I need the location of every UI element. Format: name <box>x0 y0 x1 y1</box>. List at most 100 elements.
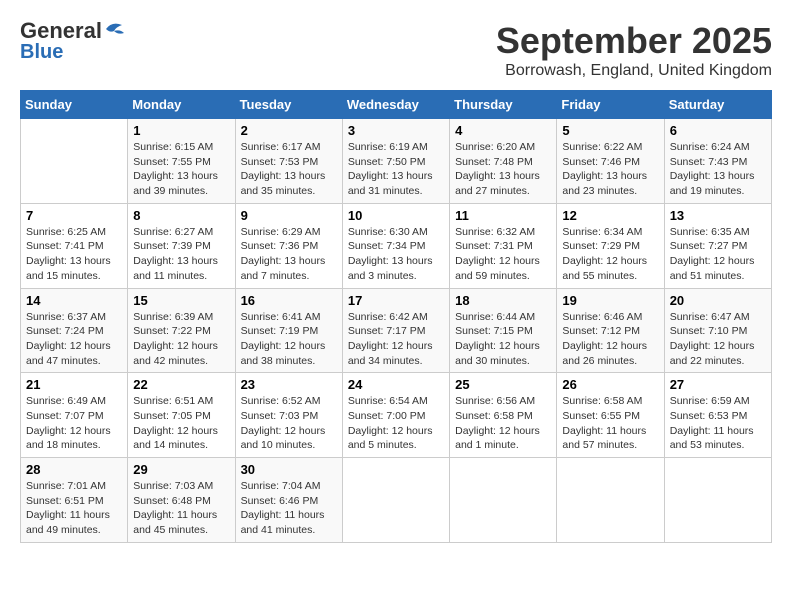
calendar-cell: 3Sunrise: 6:19 AMSunset: 7:50 PMDaylight… <box>342 119 449 204</box>
calendar-cell: 21 Sunrise: 6:49 AMSunset: 7:07 PMDayligh… <box>21 373 128 458</box>
day-number: 22 <box>133 377 229 392</box>
calendar-week-4: 28Sunrise: 7:01 AMSunset: 6:51 PMDayligh… <box>21 458 772 543</box>
day-info: Sunrise: 6:22 AMSunset: 7:46 PMDaylight:… <box>562 140 658 199</box>
header-tuesday: Tuesday <box>235 91 342 119</box>
day-info: Sunrise: 6:46 AMSunset: 7:12 PMDaylight:… <box>562 310 658 369</box>
day-number: 5 <box>562 123 658 138</box>
calendar-cell: 15 Sunrise: 6:39 AMSunset: 7:22 PMDayligh… <box>128 288 235 373</box>
calendar-week-1: 7Sunrise: 6:25 AMSunset: 7:41 PMDaylight… <box>21 203 772 288</box>
day-number: 26 <box>562 377 658 392</box>
day-info: Sunrise: 6:29 AMSunset: 7:36 PMDaylight:… <box>241 225 337 284</box>
calendar-cell: 24 Sunrise: 6:54 AMSunset: 7:00 PMDayligh… <box>342 373 449 458</box>
day-number: 23 <box>241 377 337 392</box>
day-info: Sunrise: 6:34 AMSunset: 7:29 PMDaylight:… <box>562 225 658 284</box>
day-number: 4 <box>455 123 551 138</box>
calendar-cell: 8Sunrise: 6:27 AMSunset: 7:39 PMDaylight… <box>128 203 235 288</box>
day-info: Sunrise: 6:15 AMSunset: 7:55 PMDaylight:… <box>133 140 229 199</box>
day-number: 15 <box>133 293 229 308</box>
calendar-cell: 9 Sunrise: 6:29 AMSunset: 7:36 PMDaylight… <box>235 203 342 288</box>
header-monday: Monday <box>128 91 235 119</box>
logo-bird-icon <box>104 21 126 37</box>
day-info: Sunrise: 6:44 AMSunset: 7:15 PMDaylight:… <box>455 310 551 369</box>
calendar-cell <box>664 458 771 543</box>
calendar-cell: 1 Sunrise: 6:15 AMSunset: 7:55 PMDaylight… <box>128 119 235 204</box>
calendar-cell: 30 Sunrise: 7:04 AMSunset: 6:46 PMDayligh… <box>235 458 342 543</box>
header-thursday: Thursday <box>450 91 557 119</box>
day-number: 24 <box>348 377 444 392</box>
title-block: September 2025 Borrowash, England, Unite… <box>496 20 772 80</box>
calendar-cell: 14 Sunrise: 6:37 AMSunset: 7:24 PMDayligh… <box>21 288 128 373</box>
calendar-cell: 12 Sunrise: 6:34 AMSunset: 7:29 PMDayligh… <box>557 203 664 288</box>
logo-blue: Blue <box>20 42 63 62</box>
day-number: 27 <box>670 377 766 392</box>
day-info: Sunrise: 6:37 AMSunset: 7:24 PMDaylight:… <box>26 310 122 369</box>
day-number: 9 <box>241 208 337 223</box>
calendar-cell <box>21 119 128 204</box>
day-info: Sunrise: 6:47 AMSunset: 7:10 PMDaylight:… <box>670 310 766 369</box>
day-number: 30 <box>241 462 337 477</box>
logo: General Blue <box>20 20 126 62</box>
day-number: 1 <box>133 123 229 138</box>
calendar-header-row: SundayMondayTuesdayWednesdayThursdayFrid… <box>21 91 772 119</box>
header-wednesday: Wednesday <box>342 91 449 119</box>
calendar-cell: 19 Sunrise: 6:46 AMSunset: 7:12 PMDayligh… <box>557 288 664 373</box>
day-info: Sunrise: 6:32 AMSunset: 7:31 PMDaylight:… <box>455 225 551 284</box>
calendar-cell: 11 Sunrise: 6:32 AMSunset: 7:31 PMDayligh… <box>450 203 557 288</box>
calendar-cell <box>342 458 449 543</box>
day-info: Sunrise: 6:51 AMSunset: 7:05 PMDaylight:… <box>133 394 229 453</box>
calendar-cell: 23 Sunrise: 6:52 AMSunset: 7:03 PMDayligh… <box>235 373 342 458</box>
month-title: September 2025 <box>496 20 772 62</box>
day-info: Sunrise: 6:59 AMSunset: 6:53 PMDaylight:… <box>670 394 766 453</box>
day-number: 19 <box>562 293 658 308</box>
calendar-cell: 7Sunrise: 6:25 AMSunset: 7:41 PMDaylight… <box>21 203 128 288</box>
calendar-cell: 16Sunrise: 6:41 AMSunset: 7:19 PMDayligh… <box>235 288 342 373</box>
day-number: 10 <box>348 208 444 223</box>
day-number: 2 <box>241 123 337 138</box>
day-info: Sunrise: 7:04 AMSunset: 6:46 PMDaylight:… <box>241 479 337 538</box>
calendar-cell: 5 Sunrise: 6:22 AMSunset: 7:46 PMDaylight… <box>557 119 664 204</box>
day-info: Sunrise: 6:58 AMSunset: 6:55 PMDaylight:… <box>562 394 658 453</box>
day-number: 21 <box>26 377 122 392</box>
header-friday: Friday <box>557 91 664 119</box>
day-info: Sunrise: 6:24 AMSunset: 7:43 PMDaylight:… <box>670 140 766 199</box>
calendar-cell: 27 Sunrise: 6:59 AMSunset: 6:53 PMDayligh… <box>664 373 771 458</box>
day-number: 3 <box>348 123 444 138</box>
calendar-table: SundayMondayTuesdayWednesdayThursdayFrid… <box>20 90 772 543</box>
calendar-cell: 18 Sunrise: 6:44 AMSunset: 7:15 PMDayligh… <box>450 288 557 373</box>
day-info: Sunrise: 7:01 AMSunset: 6:51 PMDaylight:… <box>26 479 122 538</box>
day-info: Sunrise: 6:27 AMSunset: 7:39 PMDaylight:… <box>133 225 229 284</box>
day-number: 16 <box>241 293 337 308</box>
calendar-cell: 2 Sunrise: 6:17 AMSunset: 7:53 PMDaylight… <box>235 119 342 204</box>
calendar-cell: 13 Sunrise: 6:35 AMSunset: 7:27 PMDayligh… <box>664 203 771 288</box>
day-info: Sunrise: 6:30 AMSunset: 7:34 PMDaylight:… <box>348 225 444 284</box>
day-number: 12 <box>562 208 658 223</box>
day-number: 20 <box>670 293 766 308</box>
day-info: Sunrise: 6:39 AMSunset: 7:22 PMDaylight:… <box>133 310 229 369</box>
day-number: 11 <box>455 208 551 223</box>
day-number: 13 <box>670 208 766 223</box>
day-info: Sunrise: 6:35 AMSunset: 7:27 PMDaylight:… <box>670 225 766 284</box>
day-number: 29 <box>133 462 229 477</box>
calendar-cell: 28Sunrise: 7:01 AMSunset: 6:51 PMDayligh… <box>21 458 128 543</box>
day-number: 25 <box>455 377 551 392</box>
day-number: 18 <box>455 293 551 308</box>
calendar-cell: 4 Sunrise: 6:20 AMSunset: 7:48 PMDaylight… <box>450 119 557 204</box>
day-info: Sunrise: 6:17 AMSunset: 7:53 PMDaylight:… <box>241 140 337 199</box>
calendar-cell: 10 Sunrise: 6:30 AMSunset: 7:34 PMDayligh… <box>342 203 449 288</box>
day-info: Sunrise: 6:49 AMSunset: 7:07 PMDaylight:… <box>26 394 122 453</box>
day-info: Sunrise: 7:03 AMSunset: 6:48 PMDaylight:… <box>133 479 229 538</box>
calendar-cell: 22 Sunrise: 6:51 AMSunset: 7:05 PMDayligh… <box>128 373 235 458</box>
page-header: General Blue September 2025 Borrowash, E… <box>20 20 772 80</box>
calendar-week-3: 21 Sunrise: 6:49 AMSunset: 7:07 PMDayligh… <box>21 373 772 458</box>
calendar-cell: 20 Sunrise: 6:47 AMSunset: 7:10 PMDayligh… <box>664 288 771 373</box>
day-info: Sunrise: 6:20 AMSunset: 7:48 PMDaylight:… <box>455 140 551 199</box>
logo-general: General <box>20 20 102 42</box>
day-info: Sunrise: 6:42 AMSunset: 7:17 PMDaylight:… <box>348 310 444 369</box>
calendar-week-0: 1 Sunrise: 6:15 AMSunset: 7:55 PMDaylight… <box>21 119 772 204</box>
day-info: Sunrise: 6:56 AMSunset: 6:58 PMDaylight:… <box>455 394 551 453</box>
day-info: Sunrise: 6:54 AMSunset: 7:00 PMDaylight:… <box>348 394 444 453</box>
calendar-cell: 6Sunrise: 6:24 AMSunset: 7:43 PMDaylight… <box>664 119 771 204</box>
calendar-cell: 29 Sunrise: 7:03 AMSunset: 6:48 PMDayligh… <box>128 458 235 543</box>
day-number: 14 <box>26 293 122 308</box>
day-info: Sunrise: 6:52 AMSunset: 7:03 PMDaylight:… <box>241 394 337 453</box>
